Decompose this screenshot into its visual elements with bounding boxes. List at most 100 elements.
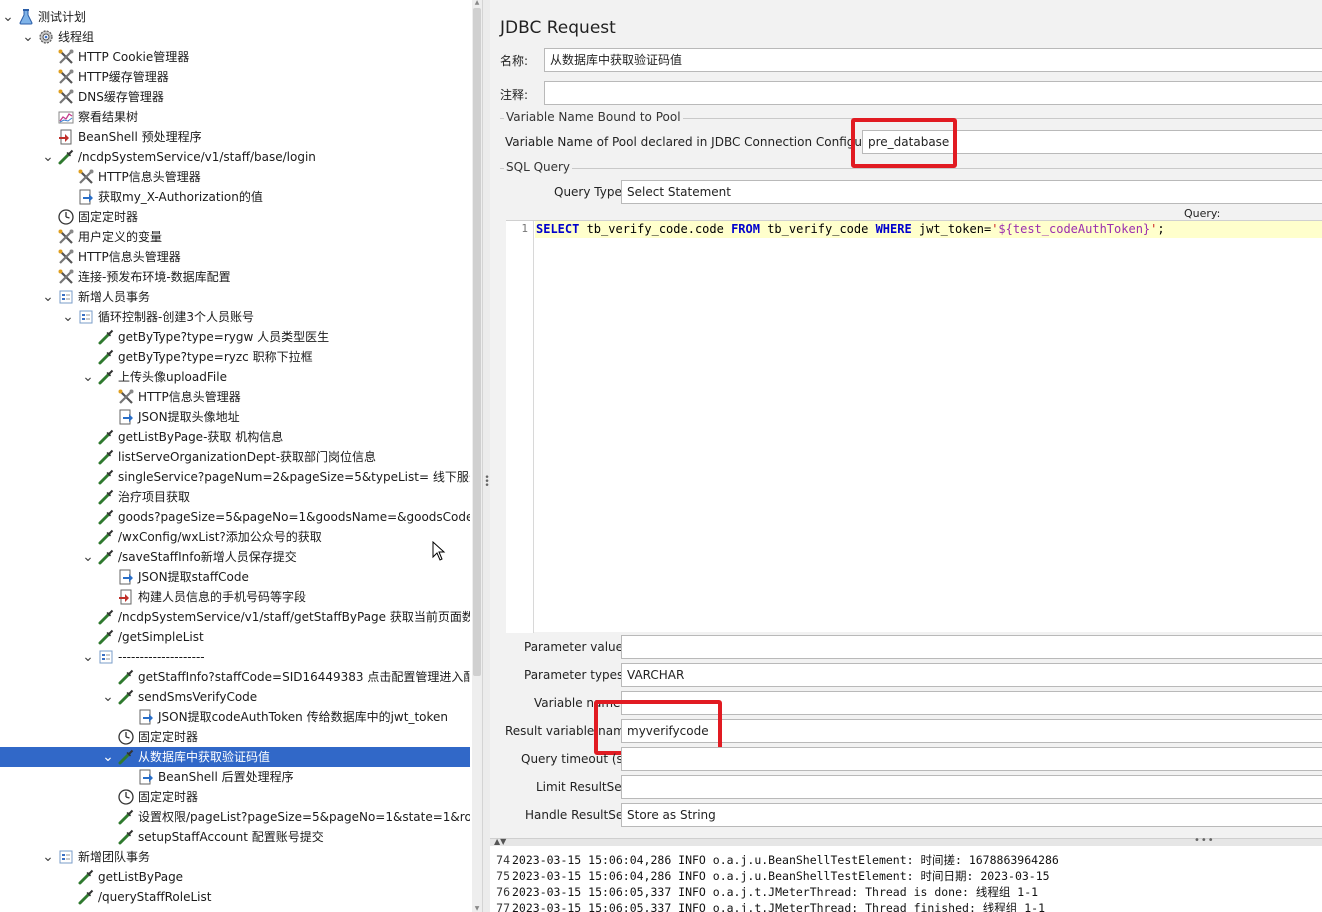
tree-node[interactable]: DNS缓存管理器 bbox=[0, 87, 470, 107]
sql-keyword: FROM bbox=[731, 222, 760, 236]
tree-node[interactable]: 用户定义的变量 bbox=[0, 227, 470, 247]
query-timeout-field[interactable] bbox=[621, 747, 1322, 771]
tree-node[interactable]: HTTP Cookie管理器 bbox=[0, 47, 470, 67]
tree-node[interactable]: ⌄ /ncdpSystemService/v1/staff/base/login bbox=[0, 147, 470, 167]
tree-node[interactable]: /getSimpleList bbox=[0, 627, 470, 647]
tree-node[interactable]: ⌄ /saveStaffInfo新增人员保存提交 bbox=[0, 547, 470, 567]
tree-node[interactable]: BeanShell 后置处理程序 bbox=[0, 767, 470, 787]
sampler-pipette-icon bbox=[56, 147, 76, 167]
collapse-arrows-icon[interactable]: ▲▼ bbox=[494, 837, 506, 846]
handle-resultset-select[interactable]: Store as String bbox=[621, 803, 1322, 827]
tree-node[interactable]: 察看结果树 bbox=[0, 107, 470, 127]
tree-node[interactable]: HTTP缓存管理器 bbox=[0, 67, 470, 87]
sql-query-editor[interactable]: 1 SELECT tb_verify_code.code FROM tb_ver… bbox=[506, 220, 1322, 633]
tree-node[interactable]: ⌄ 新增团队事务 bbox=[0, 847, 470, 867]
sql-variable: ${test_codeAuthToken} bbox=[998, 222, 1151, 236]
tree-node[interactable]: 治疗项目获取 bbox=[0, 487, 470, 507]
tree-node-label: sendSmsVerifyCode bbox=[138, 690, 258, 704]
tree-node[interactable]: ⌄ 循环控制器-创建3个人员账号 bbox=[0, 307, 470, 327]
tree-node[interactable]: setupStaffAccount 配置账号提交 bbox=[0, 827, 470, 847]
tree-node[interactable]: singleService?pageNum=2&pageSize=5&typeL… bbox=[0, 467, 470, 487]
tree-node[interactable]: ⌄ 上传头像uploadFile bbox=[0, 367, 470, 387]
expand-chevron-icon[interactable]: ⌄ bbox=[100, 687, 116, 707]
scroll-up-icon[interactable]: ▲ bbox=[472, 0, 482, 6]
expand-chevron-icon[interactable]: ⌄ bbox=[0, 7, 16, 27]
tree-node-label: /ncdpSystemService/v1/staff/base/login bbox=[78, 150, 316, 164]
log-line: 75 2023-03-15 15:06:04,286 INFO o.a.j.u.B… bbox=[490, 868, 1322, 884]
tree-node[interactable]: /wxConfig/wxList?添加公众号的获取 bbox=[0, 527, 470, 547]
result-variable-field[interactable]: myverifycode bbox=[621, 719, 1322, 743]
tree-node[interactable]: 固定定时器 bbox=[0, 207, 470, 227]
tree-node[interactable]: ⌄ 线程组 bbox=[0, 27, 470, 47]
tree-node[interactable]: 固定定时器 bbox=[0, 727, 470, 747]
tree-node-label: 构建人员信息的手机号码等字段 bbox=[138, 590, 307, 604]
expand-chevron-icon[interactable]: ⌄ bbox=[80, 367, 96, 387]
tree-node[interactable]: HTTP信息头管理器 bbox=[0, 387, 470, 407]
split-pane-divider[interactable]: • • • bbox=[482, 0, 490, 912]
expand-chevron-icon[interactable]: ⌄ bbox=[40, 287, 56, 307]
tree-node-label: /ncdpSystemService/v1/staff/getStaffByPa… bbox=[118, 610, 470, 624]
tree-node-label: 固定定时器 bbox=[138, 790, 199, 804]
highlight-box-pool bbox=[851, 118, 957, 168]
tree-node-label: 线程组 bbox=[58, 30, 95, 44]
expand-chevron-icon[interactable]: ⌄ bbox=[80, 547, 96, 567]
param-values-field[interactable] bbox=[621, 635, 1322, 659]
tree-node[interactable]: ⌄ 测试计划 bbox=[0, 7, 470, 27]
tree-node[interactable]: 连接-预发布环境-数据库配置 bbox=[0, 267, 470, 287]
tree-node[interactable]: ⌄ sendSmsVerifyCode bbox=[0, 687, 470, 707]
param-types-field[interactable]: VARCHAR bbox=[621, 663, 1322, 687]
tree-node-selected[interactable]: ⌄ 从数据库中获取验证码值 bbox=[0, 747, 470, 767]
tree-node[interactable]: getStaffInfo?staffCode=SID16449383 点击配置管… bbox=[0, 667, 470, 687]
expand-chevron-icon[interactable]: ⌄ bbox=[20, 27, 36, 47]
expand-chevron-icon[interactable]: ⌄ bbox=[100, 747, 116, 767]
variable-names-field[interactable] bbox=[621, 691, 1322, 715]
comment-field[interactable] bbox=[544, 81, 1322, 105]
tree-node[interactable]: JSON提取codeAuthToken 传给数据库中的jwt_token bbox=[0, 707, 470, 727]
sql-keyword: WHERE bbox=[875, 222, 912, 236]
sql-query-text[interactable]: SELECT tb_verify_code.code FROM tb_verif… bbox=[536, 222, 1165, 236]
tree-node[interactable]: getListByPage bbox=[0, 867, 470, 887]
tree-scrollbar-thumb[interactable] bbox=[473, 8, 481, 676]
tree-node[interactable]: getListByPage-获取 机构信息 bbox=[0, 427, 470, 447]
tree-node[interactable]: /ncdpSystemService/v1/staff/getStaffByPa… bbox=[0, 607, 470, 627]
tree-node-label: 新增人员事务 bbox=[78, 290, 151, 304]
tree-node-label: -------------------- bbox=[118, 650, 205, 664]
tree-node-label: HTTP缓存管理器 bbox=[78, 70, 169, 84]
tree-node[interactable]: /queryStaffRoleList bbox=[0, 887, 470, 907]
tree-node[interactable]: JSON提取头像地址 bbox=[0, 407, 470, 427]
expand-chevron-icon[interactable]: ⌄ bbox=[60, 307, 76, 327]
tree-node[interactable]: 获取my_X-Authorization的值 bbox=[0, 187, 470, 207]
log-viewer[interactable]: 74 2023-03-15 15:06:04,286 INFO o.a.j.u.B… bbox=[490, 846, 1322, 912]
log-line-number: 75 bbox=[496, 869, 510, 883]
tree-node[interactable]: getByType?type=rygw 人员类型医生 bbox=[0, 327, 470, 347]
scroll-down-icon[interactable]: ▼ bbox=[472, 906, 482, 912]
tree-node[interactable]: JSON提取staffCode bbox=[0, 567, 470, 587]
expand-chevron-icon[interactable]: ⌄ bbox=[80, 647, 96, 667]
tree-scrollbar[interactable]: ▲ ▼ bbox=[472, 0, 482, 912]
tree-node[interactable]: getByType?type=ryzc 职称下拉框 bbox=[0, 347, 470, 367]
tree-node[interactable]: 固定定时器 bbox=[0, 787, 470, 807]
log-splitter[interactable]: ▲▼ ••• bbox=[490, 835, 1322, 846]
tree-node[interactable]: BeanShell 预处理程序 bbox=[0, 127, 470, 147]
test-plan-tree[interactable]: ⌄ 测试计划 ⌄ 线程组 HTTP Cookie管理器 HTTP缓存管理器 DNS缓存管理器… bbox=[0, 0, 472, 912]
limit-resultset-field[interactable] bbox=[621, 775, 1322, 799]
sampler-pipette-icon bbox=[116, 667, 136, 687]
expand-chevron-icon[interactable]: ⌄ bbox=[40, 847, 56, 867]
expand-chevron-icon[interactable]: ⌄ bbox=[40, 147, 56, 167]
tree-node-label: 上传头像uploadFile bbox=[118, 370, 227, 384]
tree-node[interactable]: ⌄ -------------------- bbox=[0, 647, 470, 667]
tree-node-label: /getSimpleList bbox=[118, 630, 204, 644]
tree-node[interactable]: goods?pageSize=5&pageNo=1&goodsName=&goo… bbox=[0, 507, 470, 527]
tree-node[interactable]: HTTP信息头管理器 bbox=[0, 167, 470, 187]
query-type-select[interactable]: Select Statement bbox=[621, 180, 1322, 204]
tree-node[interactable]: ⌄ 新增人员事务 bbox=[0, 287, 470, 307]
tree-node[interactable]: listServeOrganizationDept-获取部门岗位信息 bbox=[0, 447, 470, 467]
name-field[interactable]: 从数据库中获取验证码值 bbox=[544, 48, 1322, 72]
tree-node[interactable]: HTTP信息头管理器 bbox=[0, 247, 470, 267]
tree-node[interactable]: 设置权限/pageList?pageSize=5&pageNo=1&state=… bbox=[0, 807, 470, 827]
thread-group-gear-icon bbox=[36, 27, 56, 47]
timer-clock-icon bbox=[116, 727, 136, 747]
tree-node[interactable]: 构建人员信息的手机号码等字段 bbox=[0, 587, 470, 607]
config-tools-icon bbox=[56, 87, 76, 107]
